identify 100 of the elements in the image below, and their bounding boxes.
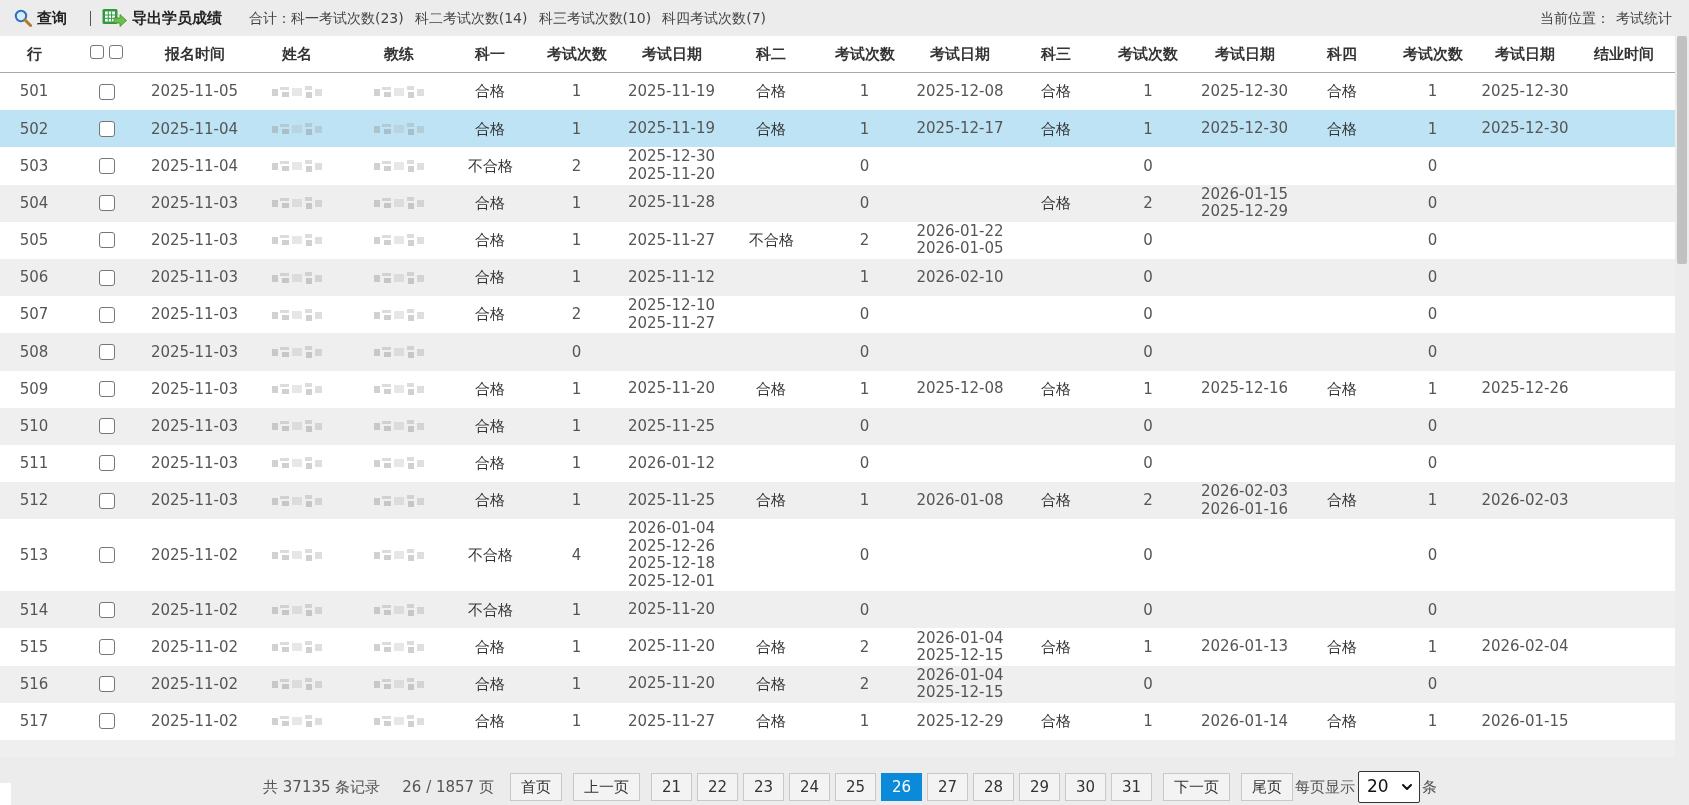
- attempt-count: 1: [571, 378, 582, 400]
- column-header: 行: [26, 43, 42, 65]
- row-number: 513: [19, 545, 49, 566]
- attempt-count: 0: [859, 416, 870, 438]
- page-button[interactable]: 30: [1064, 773, 1106, 801]
- first-page-button[interactable]: 首页: [509, 773, 562, 801]
- row-checkbox[interactable]: [98, 418, 115, 435]
- exam-result: 合格: [756, 118, 786, 140]
- table-row[interactable]: 514 2025-11-02 不合格 1 2025-11-20 0 0 0: [0, 591, 1675, 629]
- exam-date: 2025-12-15: [916, 647, 1004, 665]
- table-row[interactable]: 508 2025-11-03 0 0 0 0: [0, 333, 1675, 371]
- exam-date: 2025-12-30: [1481, 120, 1569, 138]
- attempt-count: 1: [1427, 118, 1438, 140]
- exam-date: 2025-11-25: [627, 417, 716, 436]
- exam-result: 合格: [475, 304, 505, 326]
- attempt-count: 0: [1143, 673, 1153, 695]
- row-checkbox[interactable]: [98, 343, 115, 360]
- per-page-select[interactable]: 20: [1357, 771, 1420, 803]
- page-button[interactable]: 26: [880, 773, 922, 801]
- attempt-count: 0: [1427, 230, 1438, 252]
- exam-date: 2025-11-28: [627, 194, 716, 212]
- table-row[interactable]: 504 2025-11-03 合格 1 2025-11-28 0 合格 2 2026-01-15 2025-12-29 0: [0, 184, 1675, 222]
- row-checkbox[interactable]: [98, 492, 115, 509]
- row-checkbox[interactable]: [98, 381, 115, 398]
- row-checkbox[interactable]: [98, 455, 115, 472]
- registration-date: 2025-11-02: [150, 636, 239, 658]
- attempt-count: 0: [1427, 599, 1438, 621]
- last-page-button[interactable]: 尾页: [1240, 773, 1293, 801]
- attempt-count: 1: [571, 636, 582, 658]
- exam-date: 2025-11-20: [627, 380, 716, 398]
- row-checkbox[interactable]: [98, 639, 115, 656]
- previous-page-button[interactable]: 上一页: [572, 773, 640, 801]
- table-row[interactable]: 506 2025-11-03 合格 1 2025-11-12 1 2026-02-10 0 0: [0, 258, 1675, 297]
- row-checkbox[interactable]: [98, 306, 115, 323]
- table-row[interactable]: 502 2025-11-04 合格 1 2025-11-19 合格 1 2025-12-17 合格 1 2025-12-30 合格 1 2025-12-30: [0, 110, 1675, 148]
- table-row[interactable]: 516 2025-11-02 合格 1 2025-11-20 合格 2 2026-01-04 2025-12-15 0 0: [0, 665, 1675, 703]
- attempt-count: 1: [571, 490, 582, 512]
- per-page-label: 每页显示: [1294, 776, 1355, 798]
- row-checkbox[interactable]: [98, 269, 115, 286]
- search-button[interactable]: 查询: [14, 6, 67, 30]
- exam-date: 2025-12-30: [627, 148, 716, 166]
- redacted-text: [373, 420, 424, 433]
- exam-date: 2025-12-29: [916, 712, 1004, 731]
- page-button[interactable]: 24: [788, 773, 830, 801]
- row-checkbox[interactable]: [98, 676, 115, 693]
- registration-date: 2025-11-03: [150, 192, 239, 214]
- next-page-button[interactable]: 下一页: [1162, 773, 1230, 801]
- row-checkbox[interactable]: [98, 120, 115, 137]
- row-checkbox[interactable]: [98, 547, 115, 564]
- redacted-text: [272, 457, 322, 470]
- row-checkbox[interactable]: [98, 232, 115, 249]
- attempt-count: 1: [571, 711, 582, 733]
- page-button[interactable]: 23: [742, 773, 784, 801]
- page-button[interactable]: 29: [1018, 773, 1060, 801]
- redacted-text: [272, 85, 322, 98]
- exam-date: 2026-01-04: [916, 629, 1004, 648]
- header-checkbox[interactable]: [90, 45, 104, 59]
- exam-date: 2025-12-01: [627, 572, 716, 591]
- exam-date: 2025-11-19: [627, 82, 716, 101]
- scrollbar-thumb[interactable]: [1677, 36, 1687, 264]
- registration-date: 2025-11-03: [150, 304, 239, 326]
- page-button[interactable]: 21: [650, 773, 692, 801]
- column-header: 结业时间: [1594, 43, 1654, 65]
- header-checkbox[interactable]: [109, 45, 123, 59]
- table-row[interactable]: 512 2025-11-03 合格 1 2025-11-25 合格 1 2026-01-08 合格 2 2026-02-03 2026-01-16 合格 1 2026-02-03: [0, 482, 1675, 520]
- export-button[interactable]: 导出学员成绩: [102, 6, 222, 30]
- attempt-count: 1: [859, 378, 870, 400]
- column-header: 考试次数: [1402, 43, 1463, 65]
- attempt-count: 2: [859, 673, 870, 695]
- exam-date: 2026-02-03: [1481, 491, 1569, 510]
- row-checkbox[interactable]: [98, 157, 115, 174]
- registration-date: 2025-11-02: [150, 711, 239, 733]
- attempt-count: 1: [571, 192, 582, 214]
- page-button[interactable]: 31: [1110, 773, 1152, 801]
- attempt-count: 2: [571, 304, 582, 326]
- row-checkbox[interactable]: [98, 83, 115, 100]
- attempt-count: 1: [1143, 118, 1153, 140]
- row-checkbox[interactable]: [98, 601, 115, 618]
- column-header: 考试日期: [1495, 43, 1555, 65]
- exam-date: 2026-01-15: [1200, 185, 1289, 204]
- exam-result: 合格: [1041, 192, 1071, 214]
- page-button[interactable]: 27: [926, 773, 968, 801]
- exam-result: 不合格: [467, 599, 513, 621]
- redacted-text: [272, 678, 322, 691]
- redacted-text: [373, 345, 424, 358]
- table-row[interactable]: 510 2025-11-03 合格 1 2025-11-25 0 0 0: [0, 407, 1675, 445]
- exam-date: 2025-12-10: [627, 297, 716, 315]
- exam-date: 2025-11-20: [627, 675, 716, 693]
- row-number: 501: [19, 81, 49, 103]
- row-checkbox[interactable]: [98, 713, 115, 730]
- row-number: 514: [19, 599, 49, 621]
- redacted-text: [272, 345, 322, 358]
- attempt-count: 0: [1427, 341, 1438, 363]
- page-button[interactable]: 28: [972, 773, 1014, 801]
- page-button[interactable]: 22: [696, 773, 738, 801]
- registration-date: 2025-11-05: [150, 81, 239, 103]
- page-button[interactable]: 25: [834, 773, 876, 801]
- row-checkbox[interactable]: [98, 195, 115, 212]
- registration-date: 2025-11-02: [150, 599, 239, 621]
- exam-date: 2026-01-14: [1200, 712, 1289, 731]
